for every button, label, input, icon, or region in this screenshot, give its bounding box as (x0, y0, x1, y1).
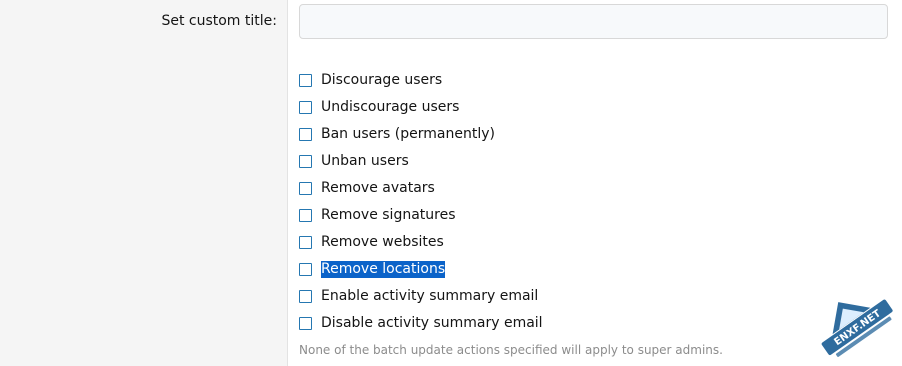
checkbox-remove-websites[interactable]: Remove websites (299, 229, 543, 256)
checkbox-square-icon[interactable] (299, 209, 312, 222)
batch-action-list: Discourage users Undiscourage users Ban … (299, 67, 543, 337)
checkbox-label: Unban users (321, 153, 409, 169)
checkbox-disable-activity-summary-email[interactable]: Disable activity summary email (299, 310, 543, 337)
checkbox-label: Enable activity summary email (321, 288, 539, 304)
checkbox-ban-users[interactable]: Ban users (permanently) (299, 121, 543, 148)
checkbox-label: Ban users (permanently) (321, 126, 495, 142)
checkbox-enable-activity-summary-email[interactable]: Enable activity summary email (299, 283, 543, 310)
checkbox-square-icon[interactable] (299, 236, 312, 249)
checkbox-square-icon[interactable] (299, 74, 312, 87)
checkbox-square-icon[interactable] (299, 290, 312, 303)
checkbox-square-icon[interactable] (299, 128, 312, 141)
checkbox-label: Undiscourage users (321, 99, 460, 115)
checkbox-square-icon[interactable] (299, 317, 312, 330)
checkbox-label-selected: Remove locations (321, 261, 446, 278)
checkbox-remove-locations[interactable]: Remove locations (299, 256, 543, 283)
checkbox-square-icon[interactable] (299, 263, 312, 276)
checkbox-square-icon[interactable] (299, 101, 312, 114)
checkbox-label: Discourage users (321, 72, 443, 88)
enxf-watermark-logo: ENXF.NET (821, 299, 893, 357)
checkbox-undiscourage-users[interactable]: Undiscourage users (299, 94, 543, 121)
checkbox-label: Disable activity summary email (321, 315, 543, 331)
checkbox-discourage-users[interactable]: Discourage users (299, 67, 543, 94)
checkbox-unban-users[interactable]: Unban users (299, 148, 543, 175)
checkbox-remove-avatars[interactable]: Remove avatars (299, 175, 543, 202)
form-label-column: Set custom title: (0, 0, 288, 366)
custom-title-input[interactable] (299, 4, 888, 39)
checkbox-label: Remove avatars (321, 180, 435, 196)
custom-title-label: Set custom title: (161, 13, 277, 29)
checkbox-remove-signatures[interactable]: Remove signatures (299, 202, 543, 229)
checkbox-square-icon[interactable] (299, 182, 312, 195)
batch-update-hint: None of the batch update actions specifi… (299, 343, 723, 357)
checkbox-label: Remove signatures (321, 207, 456, 223)
checkbox-square-icon[interactable] (299, 155, 312, 168)
checkbox-label: Remove websites (321, 234, 444, 250)
